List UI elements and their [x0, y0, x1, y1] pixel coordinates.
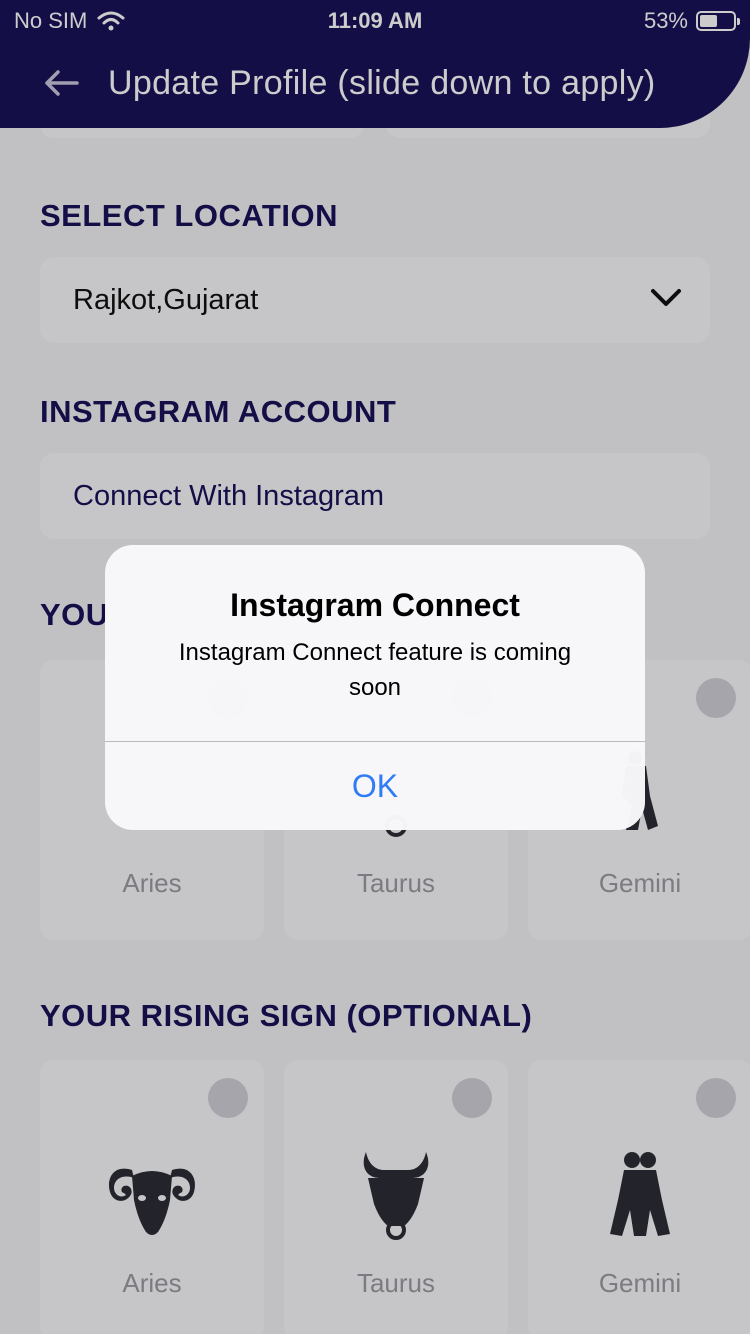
alert-dialog: Instagram Connect Instagram Connect feat…: [105, 545, 645, 830]
update-profile-screen: SELECT LOCATION Rajkot,Gujarat INSTAGRAM…: [0, 0, 750, 1334]
ok-button[interactable]: OK: [105, 742, 645, 830]
alert-title: Instagram Connect: [230, 587, 520, 623]
alert-message: Instagram Connect feature is coming soon: [178, 639, 572, 701]
